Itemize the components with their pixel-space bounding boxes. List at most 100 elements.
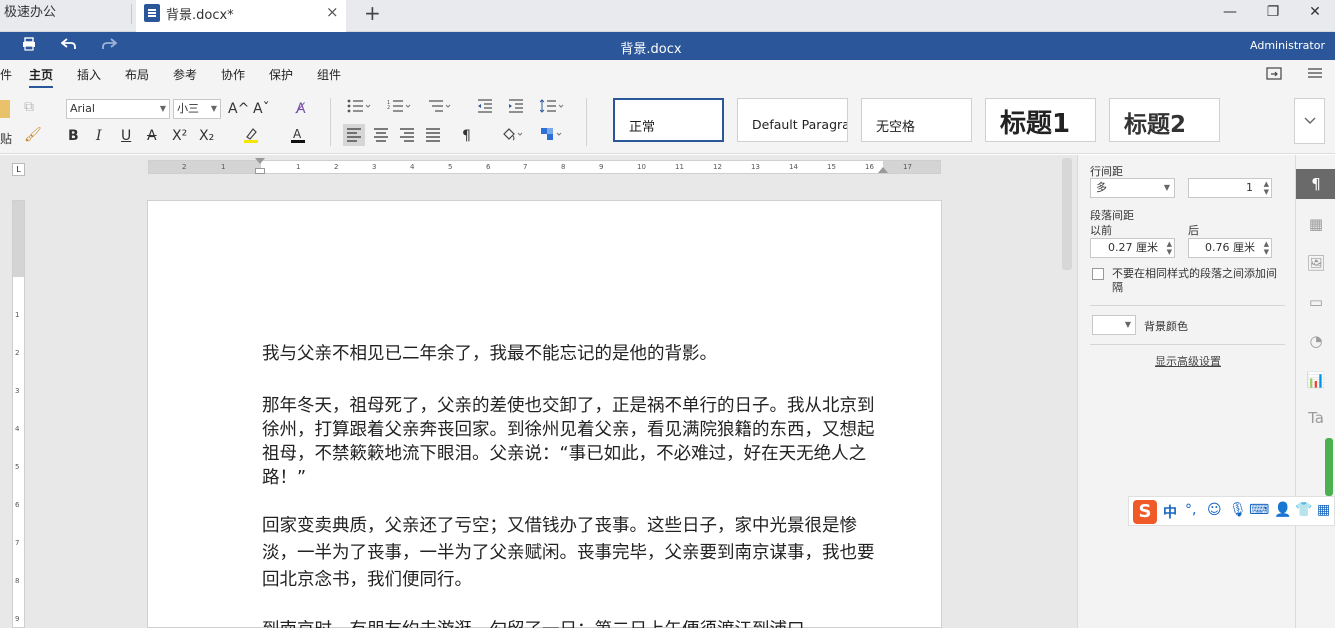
style-no-spacing[interactable]: 无空格 xyxy=(861,98,972,142)
spinner-icon[interactable]: ▲ ▼ xyxy=(1264,180,1269,196)
new-tab-button[interactable]: + xyxy=(364,0,381,26)
style-normal[interactable]: 正常 xyxy=(613,98,724,142)
tab-stop-selector[interactable]: L xyxy=(12,163,25,176)
spacing-before-input[interactable]: 0.27 厘米 ▲ ▼ xyxy=(1090,238,1175,258)
ruler-tick-label: 5 xyxy=(448,163,453,171)
shirt-icon[interactable]: 👕 xyxy=(1295,502,1312,518)
vertical-ruler[interactable]: 1 2 3 4 5 6 7 8 9 xyxy=(12,200,25,628)
background-color-picker[interactable]: ▼ xyxy=(1092,315,1136,335)
paragraph[interactable]: 那年冬天，祖母死了，父亲的差使也交卸了，正是祸不单行的日子。我从北京到徐州，打算… xyxy=(262,394,887,490)
menu-protect[interactable]: 保护 xyxy=(269,66,293,83)
spinner-icon[interactable]: ▲ ▼ xyxy=(1167,240,1172,256)
menu-file[interactable]: 件 xyxy=(0,66,12,83)
superscript-button[interactable]: X² xyxy=(172,127,187,145)
clear-format-icon[interactable]: A̸ xyxy=(296,100,306,118)
pilcrow-icon[interactable]: ¶ xyxy=(462,127,471,145)
ruler-tick-label: 17 xyxy=(903,163,912,171)
styles-expand-button[interactable] xyxy=(1294,98,1325,144)
user-icon[interactable]: 👤 xyxy=(1274,502,1291,518)
format-painter-icon[interactable]: 🖌 xyxy=(24,126,42,144)
font-size-select[interactable]: 小三 ▼ xyxy=(173,99,221,119)
no-space-same-style-checkbox[interactable] xyxy=(1092,268,1104,280)
strikethrough-button[interactable]: A xyxy=(147,127,157,145)
advanced-settings-link[interactable]: 显示高级设置 xyxy=(1155,353,1221,369)
increase-indent-icon[interactable] xyxy=(507,99,525,118)
tab-separator xyxy=(131,4,132,24)
underline-button[interactable]: U xyxy=(121,127,131,145)
line-spacing-type-select[interactable]: 多 ▼ xyxy=(1090,178,1175,198)
header-footer-icon[interactable]: ▭ xyxy=(1296,287,1335,317)
tab-document[interactable]: 背景.docx* × xyxy=(136,0,346,32)
tab-close-icon[interactable]: × xyxy=(326,3,339,21)
menu-references[interactable]: 参考 xyxy=(173,66,197,83)
subscript-button[interactable]: X₂ xyxy=(199,127,214,145)
ime-mode[interactable]: 中 xyxy=(1163,502,1177,522)
paragraph[interactable]: 到南京时，有朋友约去游逛，勾留了一日；第二日上午便须渡江到浦口 xyxy=(262,618,887,628)
chart-settings-icon[interactable]: 📊 xyxy=(1296,365,1335,395)
document-icon xyxy=(144,4,160,22)
justify-button[interactable] xyxy=(424,128,442,147)
ime-punctuation[interactable]: °, xyxy=(1185,502,1196,518)
menu-home[interactable]: 主页 xyxy=(29,66,54,88)
align-left-button[interactable] xyxy=(343,124,365,146)
menu-insert[interactable]: 插入 xyxy=(77,66,101,83)
image-settings-icon[interactable]: 🖼 xyxy=(1296,248,1335,278)
ime-logo[interactable]: S xyxy=(1133,500,1157,524)
paste-icon[interactable] xyxy=(0,100,10,118)
mic-icon[interactable]: 🎙 xyxy=(1229,502,1247,518)
menu-plugins[interactable]: 组件 xyxy=(317,66,341,83)
paragraph-settings-icon[interactable]: ¶ xyxy=(1296,169,1335,199)
copy-icon[interactable]: ⧉ xyxy=(24,98,34,116)
svg-text:A: A xyxy=(293,127,302,141)
minimize-button[interactable]: — xyxy=(1215,0,1245,26)
text-art-icon[interactable]: Ta xyxy=(1296,403,1335,433)
grow-font-button[interactable]: A^ xyxy=(228,100,249,118)
emoji-icon[interactable]: ☺ xyxy=(1207,502,1222,518)
table-settings-icon[interactable]: ▦ xyxy=(1296,209,1335,239)
multilevel-list-icon[interactable] xyxy=(425,99,453,118)
paragraph[interactable]: 我与父亲不相见已二年余了，我最不能忘记的是他的背影。 xyxy=(262,342,887,366)
hamburger-menu-icon[interactable] xyxy=(1307,66,1323,84)
sidebar-scrollbar[interactable] xyxy=(1325,438,1333,496)
separator xyxy=(586,98,587,146)
spacing-after-input[interactable]: 0.76 厘米 ▲ ▼ xyxy=(1188,238,1272,258)
style-default-paragraph-font[interactable]: Default Paragraph Font xyxy=(737,98,848,142)
align-right-button[interactable] xyxy=(398,128,416,147)
bold-button[interactable]: B xyxy=(68,127,79,145)
line-spacing-icon[interactable] xyxy=(538,99,566,118)
menu-layout[interactable]: 布局 xyxy=(125,66,149,83)
font-name-select[interactable]: Arial ▼ xyxy=(66,99,170,119)
decrease-indent-icon[interactable] xyxy=(476,99,494,118)
grid-icon[interactable]: ▦ xyxy=(1317,502,1330,518)
vertical-scrollbar[interactable] xyxy=(1062,158,1072,270)
window-close-button[interactable]: ✕ xyxy=(1300,0,1330,26)
tab-home[interactable]: 极速办公 xyxy=(0,0,130,32)
left-indent-marker[interactable] xyxy=(255,168,265,174)
font-color-icon[interactable]: A xyxy=(290,126,306,149)
borders-icon[interactable] xyxy=(538,126,566,147)
right-sidebar: ¶ ▦ 🖼 ▭ ◔ 📊 Ta xyxy=(1295,155,1335,628)
paragraph[interactable]: 回家变卖典质，父亲还了亏空；又借钱办了丧事。这些日子，家中光景很是惨淡，一半为了… xyxy=(262,513,887,594)
shading-icon[interactable] xyxy=(500,126,526,147)
align-center-button[interactable] xyxy=(372,128,390,147)
italic-button[interactable]: I xyxy=(96,127,102,145)
restore-button[interactable]: ❐ xyxy=(1258,0,1288,26)
ruler-tick-label: 8 xyxy=(561,163,566,171)
shrink-font-button[interactable]: Aˇ xyxy=(253,100,270,118)
user-name[interactable]: Administrator xyxy=(1250,39,1325,52)
document-page[interactable]: 我与父亲不相见已二年余了，我最不能忘记的是他的背影。 那年冬天，祖母死了，父亲的… xyxy=(147,200,942,628)
numbered-list-icon[interactable]: 12 xyxy=(385,99,413,118)
first-line-indent-marker[interactable] xyxy=(255,158,265,164)
line-spacing-value-input[interactable]: 1 ▲ ▼ xyxy=(1188,178,1272,198)
menu-collaborate[interactable]: 协作 xyxy=(221,66,245,83)
open-location-icon[interactable] xyxy=(1266,66,1282,84)
style-heading-1[interactable]: 标题1 xyxy=(985,98,1096,142)
highlight-color-icon[interactable] xyxy=(243,126,259,149)
spinner-icon[interactable]: ▲ ▼ xyxy=(1264,240,1269,256)
style-heading-2[interactable]: 标题2 xyxy=(1109,98,1220,142)
keyboard-icon[interactable]: ⌨ xyxy=(1249,502,1269,518)
right-indent-marker[interactable] xyxy=(878,167,888,173)
shape-settings-icon[interactable]: ◔ xyxy=(1296,326,1335,356)
horizontal-ruler[interactable]: 2 1 1 2 3 4 5 6 7 8 9 10 11 12 13 14 15 16 17 xyxy=(148,158,941,174)
bullet-list-icon[interactable] xyxy=(345,99,373,118)
